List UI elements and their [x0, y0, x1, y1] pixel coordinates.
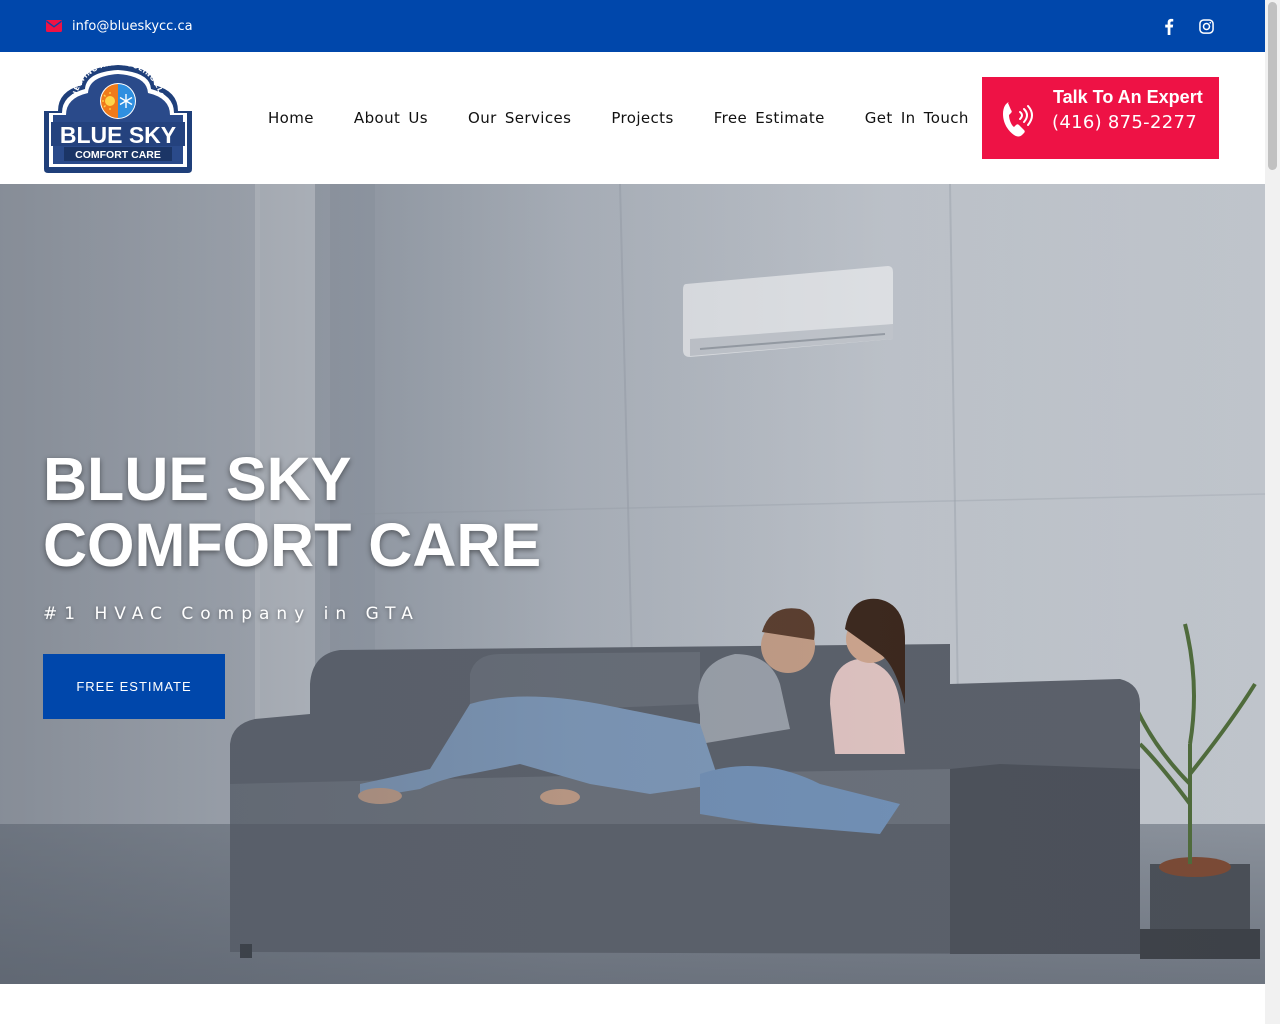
company-logo[interactable]: HEATING AND COOLING LLC BLUE SKY COMFORT… — [42, 59, 194, 175]
page-scrollbar[interactable] — [1265, 0, 1280, 1024]
cta-phone-number: (416) 875-2277 — [1052, 112, 1197, 133]
scrollbar-thumb[interactable] — [1268, 2, 1277, 170]
envelope-icon — [46, 20, 62, 32]
free-estimate-button[interactable]: FREE ESTIMATE — [43, 654, 225, 719]
nav-home[interactable]: Home — [248, 109, 334, 127]
nav-get-in-touch[interactable]: Get In Touch — [845, 109, 989, 127]
nav-free-estimate[interactable]: Free Estimate — [694, 109, 845, 127]
site-header: HEATING AND COOLING LLC BLUE SKY COMFORT… — [0, 52, 1265, 184]
svg-text:COMFORT CARE: COMFORT CARE — [75, 149, 161, 161]
hero-title-line1: BLUE SKY — [43, 445, 352, 513]
facebook-icon[interactable] — [1160, 17, 1178, 35]
hero-title: BLUE SKY COMFORT CARE — [43, 446, 563, 578]
hero-title-line2: COMFORT CARE — [43, 511, 542, 579]
main-nav: Home About Us Our Services Projects Free… — [248, 52, 989, 184]
hero-section: BLUE SKY COMFORT CARE #1 HVAC Company in… — [0, 184, 1265, 984]
hero-background-image — [0, 184, 1265, 984]
email-text: info@blueskycc.ca — [72, 18, 193, 34]
instagram-icon[interactable] — [1197, 17, 1215, 35]
hero-tagline: #1 HVAC Company in GTA — [43, 604, 420, 624]
talk-to-expert-button[interactable]: Talk To An Expert (416) 875-2277 — [982, 77, 1219, 159]
cta-title: Talk To An Expert — [1053, 87, 1203, 107]
email-link[interactable]: info@blueskycc.ca — [46, 17, 193, 35]
nav-our-services[interactable]: Our Services — [448, 109, 591, 127]
nav-about-us[interactable]: About Us — [334, 109, 448, 127]
phone-ringing-icon — [1003, 102, 1033, 137]
top-bar: info@blueskycc.ca — [0, 0, 1265, 52]
svg-text:BLUE SKY: BLUE SKY — [60, 122, 176, 148]
nav-projects[interactable]: Projects — [591, 109, 693, 127]
